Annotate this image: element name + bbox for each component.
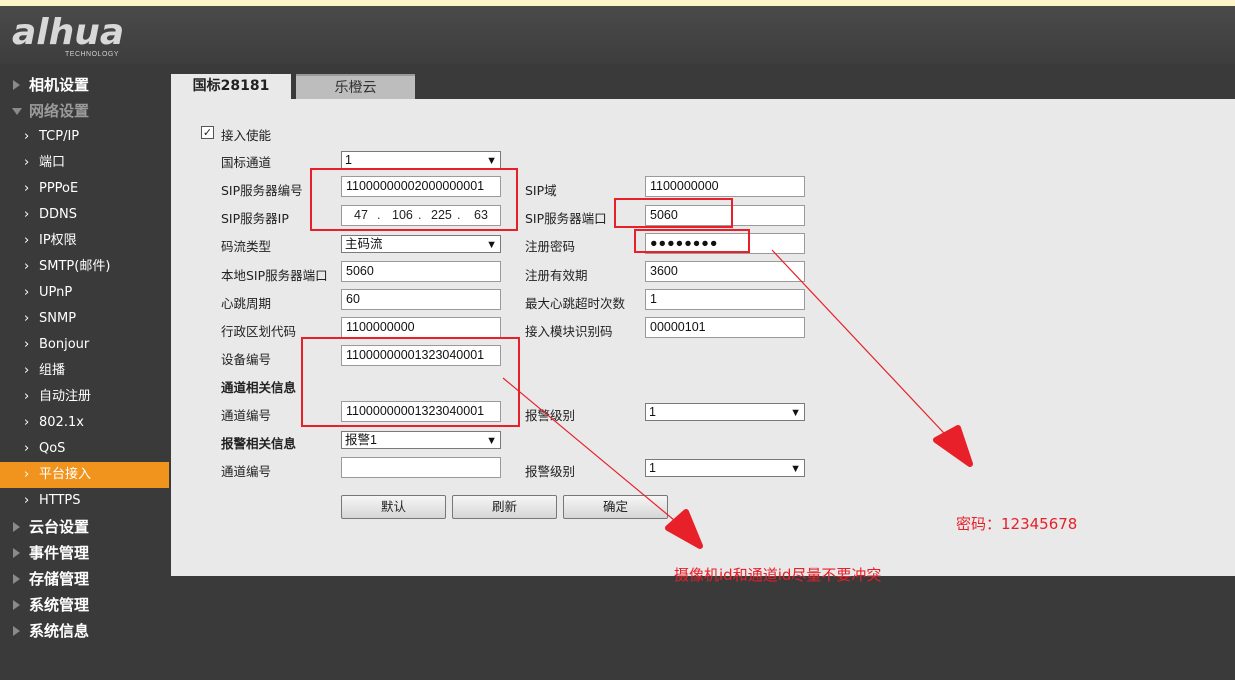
arrow-line-ids bbox=[502, 377, 687, 531]
annotation-id-note: 摄像机id和通道id尽量不要冲突 bbox=[674, 566, 882, 584]
annotation-password-note: 密码：12345678 bbox=[956, 515, 1078, 533]
annotation-arrows bbox=[502, 249, 973, 549]
arrow-head-password bbox=[933, 425, 973, 467]
arrow-line-password bbox=[771, 249, 959, 449]
arrow-head-ids bbox=[665, 509, 703, 549]
